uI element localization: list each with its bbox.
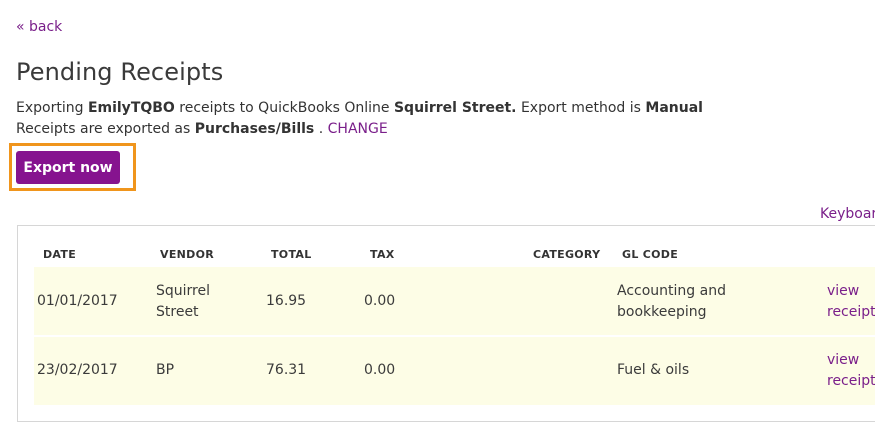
row-tax: 0.00 bbox=[364, 362, 396, 378]
row-vendor-line2: Street bbox=[156, 304, 199, 320]
account-name: EmilyTQBO bbox=[87, 100, 175, 116]
export-type: Purchases/Bills bbox=[194, 121, 315, 137]
row-date: 23/02/2017 bbox=[37, 362, 118, 378]
row-total: 16.95 bbox=[266, 293, 307, 309]
view-receipt-line1: view bbox=[827, 352, 860, 368]
company-name: Squirrel Street. bbox=[393, 100, 517, 116]
column-header-category: CATEGORY bbox=[533, 248, 601, 261]
column-header-vendor: VENDOR bbox=[160, 248, 214, 261]
column-header-gl-code: GL CODE bbox=[622, 248, 679, 261]
view-receipt-line1: view bbox=[827, 283, 860, 299]
column-header-total: TOTAL bbox=[271, 248, 312, 261]
row-gl-code-line2: bookkeeping bbox=[617, 304, 707, 320]
view-receipt-link[interactable]: view receipt bbox=[827, 350, 875, 392]
page-title: Pending Receipts bbox=[16, 58, 224, 86]
row-vendor: Squirrel bbox=[156, 283, 210, 299]
row-gl-code: Accounting and bbox=[617, 283, 726, 299]
pending-receipts-page: « back Pending Receipts Exporting EmilyT… bbox=[0, 0, 875, 444]
row-date: 01/01/2017 bbox=[37, 293, 118, 309]
export-prefix: Exporting bbox=[16, 100, 88, 116]
column-header-tax: TAX bbox=[370, 248, 395, 261]
back-link[interactable]: « back bbox=[16, 19, 62, 35]
view-receipt-line2: receipt bbox=[827, 373, 875, 389]
export-now-button[interactable]: Export now bbox=[16, 151, 120, 184]
keyboard-shortcuts-link[interactable]: Keyboar bbox=[820, 206, 875, 222]
method-prefix: Export method is bbox=[516, 100, 646, 116]
export-method: Manual bbox=[645, 100, 703, 116]
row-gl-code: Fuel & oils bbox=[617, 362, 690, 378]
type-prefix: Receipts are exported as bbox=[16, 121, 195, 137]
change-link[interactable]: CHANGE bbox=[328, 121, 388, 137]
type-suffix: . bbox=[314, 121, 328, 137]
export-type-line: Receipts are exported as Purchases/Bills… bbox=[16, 121, 388, 137]
row-total: 76.31 bbox=[266, 362, 307, 378]
column-header-date: DATE bbox=[43, 248, 77, 261]
row-vendor: BP bbox=[156, 362, 175, 378]
view-receipt-line2: receipt bbox=[827, 304, 875, 320]
view-receipt-link[interactable]: view receipt bbox=[827, 281, 875, 323]
export-middle: receipts to QuickBooks Online bbox=[174, 100, 394, 116]
row-tax: 0.00 bbox=[364, 293, 396, 309]
export-summary: Exporting EmilyTQBO receipts to QuickBoo… bbox=[16, 100, 703, 116]
